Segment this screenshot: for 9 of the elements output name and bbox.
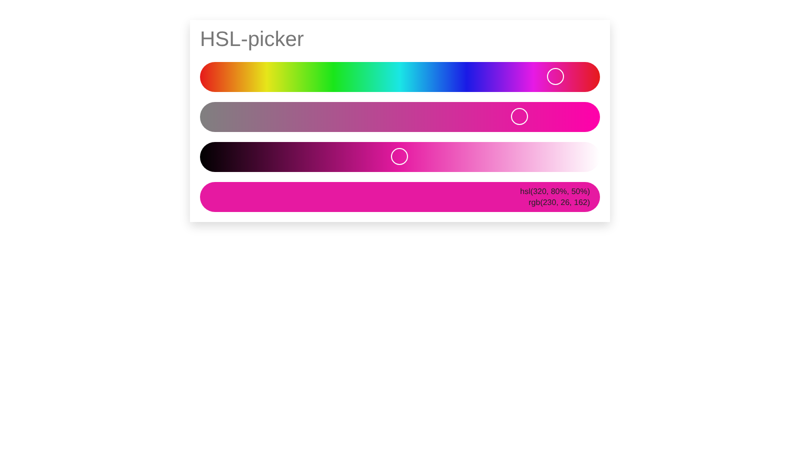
picker-title: HSL-picker bbox=[200, 28, 305, 52]
hue-slider[interactable] bbox=[200, 62, 600, 92]
saturation-slider[interactable] bbox=[200, 102, 600, 132]
slider-handle[interactable] bbox=[546, 68, 564, 85]
slider-handle[interactable] bbox=[511, 108, 528, 125]
rgb-value: rgb(230, 26, 162) bbox=[528, 197, 590, 208]
lightness-slider[interactable] bbox=[200, 142, 600, 172]
hsl-value: hsl(320, 80%, 50%) bbox=[520, 186, 590, 197]
slider-handle[interactable] bbox=[391, 148, 408, 165]
